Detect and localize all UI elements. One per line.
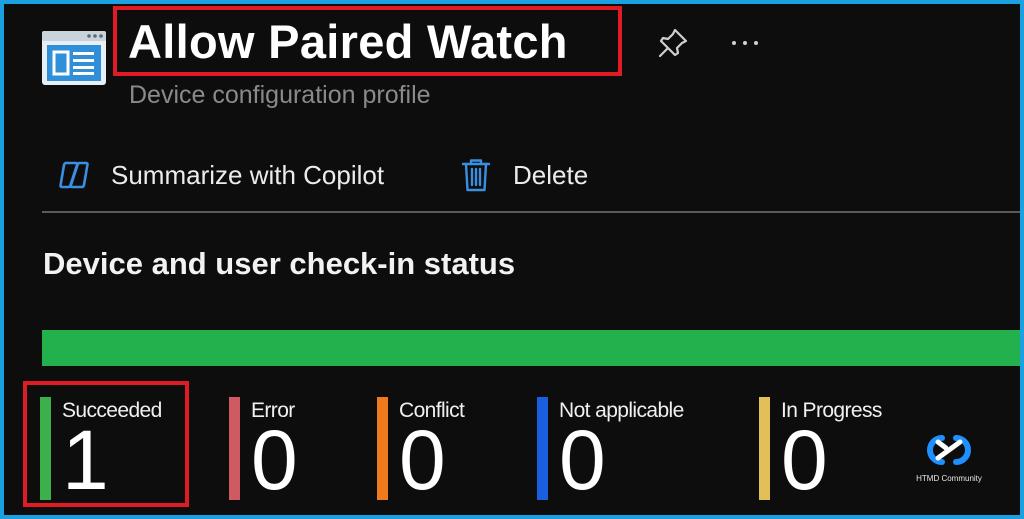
not-applicable-color-bar [537, 397, 548, 500]
check-in-status-heading: Device and user check-in status [43, 246, 516, 281]
conflict-count: 0 [399, 413, 446, 507]
toolbar-divider [42, 211, 1020, 213]
summarize-with-copilot-button[interactable]: Summarize with Copilot [56, 154, 384, 196]
conflict-color-bar [377, 397, 388, 500]
error-count: 0 [251, 413, 298, 507]
copilot-button-label: Summarize with Copilot [111, 159, 385, 190]
delete-button[interactable]: Delete [458, 154, 588, 196]
page-subtitle: Device configuration profile [129, 81, 431, 109]
in-progress-count: 0 [781, 413, 828, 507]
delete-button-label: Delete [513, 159, 589, 190]
not-applicable-count: 0 [559, 413, 606, 507]
configuration-profile-icon [42, 31, 106, 85]
progress-bar-fill-succeeded [42, 330, 1020, 366]
title-highlight-box [113, 6, 622, 76]
pin-icon[interactable] [656, 26, 690, 60]
htmd-logo-icon [927, 435, 971, 465]
copilot-icon [56, 157, 92, 193]
in-progress-color-bar [759, 397, 770, 500]
error-color-bar [229, 397, 240, 500]
check-in-progress-bar [42, 330, 1020, 366]
watermark-text: HTMD Community [916, 474, 982, 483]
page-frame: Allow Paired Watch Device configuration … [4, 4, 1020, 515]
more-options-icon[interactable] [726, 26, 764, 60]
trash-icon [458, 157, 494, 193]
succeeded-highlight-box [23, 381, 189, 507]
htmd-watermark: HTMD Community [908, 428, 990, 488]
